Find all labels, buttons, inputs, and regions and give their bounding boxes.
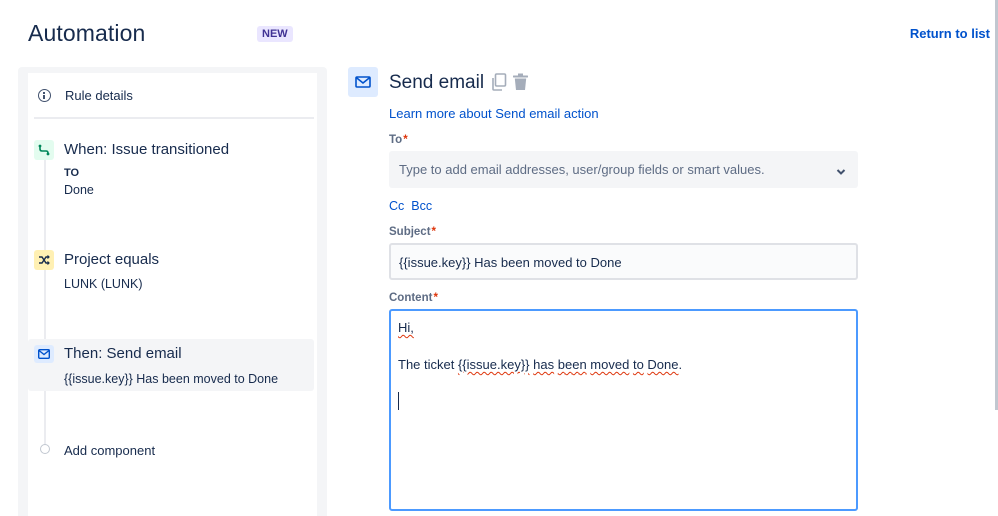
panel-title: Send email — [389, 72, 485, 93]
subject-input[interactable]: {{issue.key}} Has been moved to Done — [389, 243, 858, 280]
content-smart-value: {{issue.key}} — [457, 357, 530, 372]
rule-details-item[interactable]: Rule details — [38, 85, 133, 105]
trigger-step[interactable]: When: Issue transitioned TO Done — [34, 140, 314, 200]
transition-icon — [34, 140, 54, 160]
shuffle-icon — [34, 250, 54, 270]
page-title: Automation — [28, 20, 146, 46]
return-to-list-link[interactable]: Return to list — [910, 26, 990, 41]
add-component-button[interactable]: Add component — [64, 443, 155, 458]
content-text: has — [533, 357, 555, 372]
info-icon — [38, 88, 51, 102]
bcc-link[interactable]: Bcc — [411, 199, 432, 213]
content-greeting: Hi, — [398, 320, 414, 335]
content-line-2: The ticket {{issue.key}} has been moved … — [398, 357, 682, 372]
add-component-dot — [40, 444, 50, 454]
action-title: Then: Send email — [64, 345, 182, 362]
subject-label: Subject* — [389, 226, 436, 238]
content-textarea[interactable]: Hi, The ticket {{issue.key}} has been mo… — [389, 309, 858, 511]
content-line-1: Hi, — [398, 320, 414, 335]
trigger-to-label: TO — [64, 167, 80, 179]
cc-link[interactable]: Cc — [389, 199, 404, 213]
subject-label-text: Subject — [389, 226, 431, 238]
content-text: been — [557, 357, 587, 372]
condition-value: LUNK (LUNK) — [64, 277, 143, 291]
to-recipient-select[interactable]: Type to add email addresses, user/group … — [389, 151, 858, 188]
action-subject-preview: {{issue.key}} Has been moved to Done — [64, 372, 279, 386]
send-email-mail-icon — [348, 67, 378, 97]
trash-icon[interactable] — [513, 73, 528, 91]
content-text: Done — [647, 357, 679, 372]
required-marker: * — [403, 134, 408, 146]
required-marker: * — [433, 292, 438, 304]
trigger-title: When: Issue transitioned — [64, 141, 230, 158]
content-label-text: Content — [389, 292, 433, 304]
timeline-connector — [44, 160, 46, 450]
chevron-down-icon[interactable] — [836, 164, 846, 175]
content-text: . — [678, 357, 683, 372]
to-placeholder: Type to add email addresses, user/group … — [399, 162, 765, 177]
to-label-text: To — [389, 134, 403, 146]
subject-value: {{issue.key}} Has been moved to Done — [399, 255, 622, 270]
content-text: The ticket — [398, 357, 458, 372]
mail-icon — [34, 345, 54, 363]
cc-bcc-links: Cc Bcc — [389, 199, 432, 213]
condition-title: Project equals — [64, 251, 160, 268]
rule-details-label: Rule details — [65, 87, 133, 103]
required-marker: * — [431, 226, 437, 238]
trigger-status-value: Done — [64, 183, 94, 197]
condition-step[interactable]: Project equals LUNK (LUNK) — [34, 250, 314, 295]
content-text: moved — [590, 357, 630, 372]
new-badge: NEW — [257, 26, 293, 42]
text-caret — [398, 392, 399, 410]
learn-more-link[interactable]: Learn more about Send email action — [389, 106, 599, 121]
action-step[interactable]: Then: Send email {{issue.key}} Has been … — [34, 345, 314, 390]
content-text: to — [632, 357, 644, 372]
to-label: To* — [389, 134, 408, 146]
sidebar-divider — [34, 117, 314, 119]
copy-icon[interactable] — [491, 73, 507, 91]
content-label: Content* — [389, 292, 438, 304]
